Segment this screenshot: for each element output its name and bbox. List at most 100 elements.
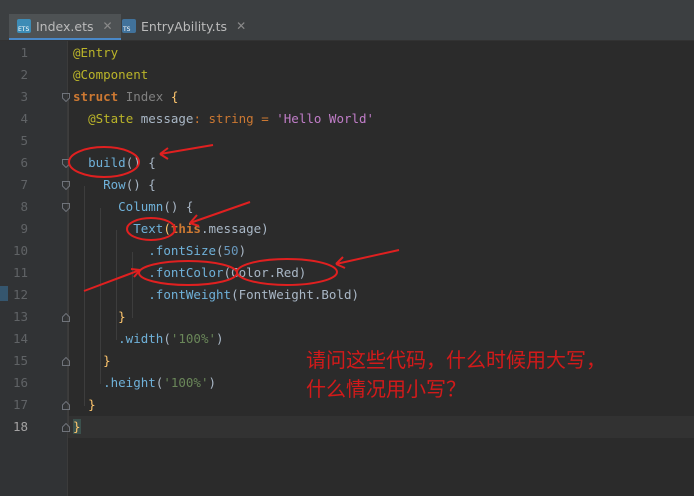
string-literal: 'Hello World' <box>276 111 375 126</box>
ts-file-icon: TS <box>122 19 136 33</box>
line-number[interactable]: 18 <box>0 416 28 438</box>
code-line-16[interactable]: .height('100%') <box>73 372 216 394</box>
entry-decorator: @Entry <box>73 45 119 60</box>
code-line-13[interactable]: } <box>73 306 126 328</box>
code-line-11[interactable]: .fontColor(Color.Red) <box>73 262 306 284</box>
tab-separator <box>0 40 694 41</box>
message-ref: .message) <box>200 221 269 236</box>
line-number[interactable]: 11 <box>0 262 28 284</box>
line-number[interactable]: 1 <box>0 42 28 64</box>
fold-end-marker-icon[interactable] <box>62 313 70 322</box>
line-number[interactable]: 14 <box>0 328 28 350</box>
annotation-arrow <box>159 144 214 155</box>
line-number[interactable]: 16 <box>0 372 28 394</box>
row-component: Row <box>103 177 126 192</box>
colon: : <box>193 111 201 126</box>
build-function: build <box>88 155 126 170</box>
close-tab-icon[interactable]: ✕ <box>103 19 113 33</box>
code-line-17[interactable]: } <box>73 394 96 416</box>
paren: ( <box>216 243 224 258</box>
line-number[interactable]: 7 <box>0 174 28 196</box>
annotation-question-text: 请问这些代码，什么时候用大写， 什么情况用小写？ <box>306 348 606 401</box>
line-number[interactable]: 8 <box>0 196 28 218</box>
brace: } <box>103 353 111 368</box>
brace: } <box>73 419 81 434</box>
fold-end-marker-icon[interactable] <box>62 357 70 366</box>
paren: ( <box>163 221 171 236</box>
code-line-10[interactable]: .fontSize(50) <box>73 240 246 262</box>
line-number[interactable]: 3 <box>0 86 28 108</box>
equals: = <box>261 111 269 126</box>
brace: } <box>118 309 126 324</box>
code-line-9[interactable]: Text(this.message) <box>73 218 269 240</box>
column-rest: () { <box>163 199 194 214</box>
line-number[interactable]: 17 <box>0 394 28 416</box>
line-number[interactable]: 15 <box>0 350 28 372</box>
struct-keyword: struct <box>73 89 119 104</box>
string-literal: '100%' <box>170 331 216 346</box>
struct-name: Index <box>125 89 164 104</box>
build-rest: () { <box>125 155 156 170</box>
code-line-7[interactable]: Row() { <box>73 174 156 196</box>
annotation-arrowhead <box>159 147 169 160</box>
line-number[interactable]: 6 <box>0 152 28 174</box>
tab-label: Index.ets <box>36 18 94 34</box>
code-line-18[interactable]: } <box>73 416 81 438</box>
this-keyword: this <box>170 221 201 236</box>
code-line-1[interactable]: @Entry <box>73 42 118 64</box>
line-number[interactable]: 9 <box>0 218 28 240</box>
line-number[interactable]: 13 <box>0 306 28 328</box>
width-attr: .width <box>118 331 164 346</box>
paren: ) <box>208 375 217 390</box>
color-red-arg: (Color.Red) <box>223 265 307 280</box>
height-attr: .height <box>103 375 156 390</box>
tab-entryability-ts[interactable]: TS EntryAbility.ts ✕ <box>120 14 254 38</box>
field-name: message <box>140 111 194 126</box>
line-number[interactable]: 12 <box>0 284 28 306</box>
line-number[interactable]: 2 <box>0 64 28 86</box>
ets-file-icon: ETS <box>17 19 31 33</box>
column-component: Column <box>118 199 164 214</box>
fold-marker-icon[interactable] <box>62 181 70 190</box>
type-name: string <box>208 111 254 126</box>
state-decorator: @State <box>88 111 134 126</box>
brace: { <box>170 89 179 104</box>
close-tab-icon[interactable]: ✕ <box>236 19 246 33</box>
fold-end-marker-icon[interactable] <box>62 401 70 410</box>
tab-index-ets[interactable]: ETS Index.ets ✕ <box>9 14 121 41</box>
line-number[interactable]: 4 <box>0 108 28 130</box>
code-line-14[interactable]: .width('100%') <box>73 328 224 350</box>
code-line-6[interactable]: build() { <box>73 152 156 174</box>
fontsize-attr: .fontSize <box>148 243 216 258</box>
row-rest: () { <box>125 177 156 192</box>
paren: ) <box>216 331 224 346</box>
fold-marker-icon[interactable] <box>62 159 70 168</box>
line-number[interactable]: 10 <box>0 240 28 262</box>
text-component: Text <box>133 221 164 236</box>
current-line-highlight <box>68 416 694 438</box>
editor-tab-bar: ETS Index.ets ✕ TS EntryAbility.ts ✕ <box>0 0 694 41</box>
fold-marker-icon[interactable] <box>62 93 70 102</box>
fold-marker-icon[interactable] <box>62 203 70 212</box>
fontweight-arg: (FontWeight.Bold) <box>231 287 359 302</box>
annotation-arrow <box>335 249 400 265</box>
fontcolor-attr: .fontColor <box>148 265 224 280</box>
indent-guide <box>68 98 69 428</box>
code-line-2[interactable]: @Component <box>73 64 148 86</box>
window-top-strip <box>0 0 694 12</box>
brace: } <box>88 397 96 412</box>
code-line-8[interactable]: Column() { <box>73 196 193 218</box>
code-line-4[interactable]: @State message: string = 'Hello World' <box>73 108 374 130</box>
code-line-3[interactable]: struct Index { <box>73 86 178 108</box>
fontweight-attr: .fontWeight <box>148 287 232 302</box>
fold-end-marker-icon[interactable] <box>62 423 70 432</box>
line-number[interactable]: 5 <box>0 130 28 152</box>
paren: ( <box>163 331 171 346</box>
string-literal: '100%' <box>163 375 209 390</box>
code-line-12[interactable]: .fontWeight(FontWeight.Bold) <box>73 284 359 306</box>
tab-label: EntryAbility.ts <box>141 18 228 34</box>
annotation-arrowhead <box>335 256 346 269</box>
paren: ) <box>238 243 247 258</box>
component-decorator: @Component <box>73 67 149 82</box>
code-line-15[interactable]: } <box>73 350 111 372</box>
